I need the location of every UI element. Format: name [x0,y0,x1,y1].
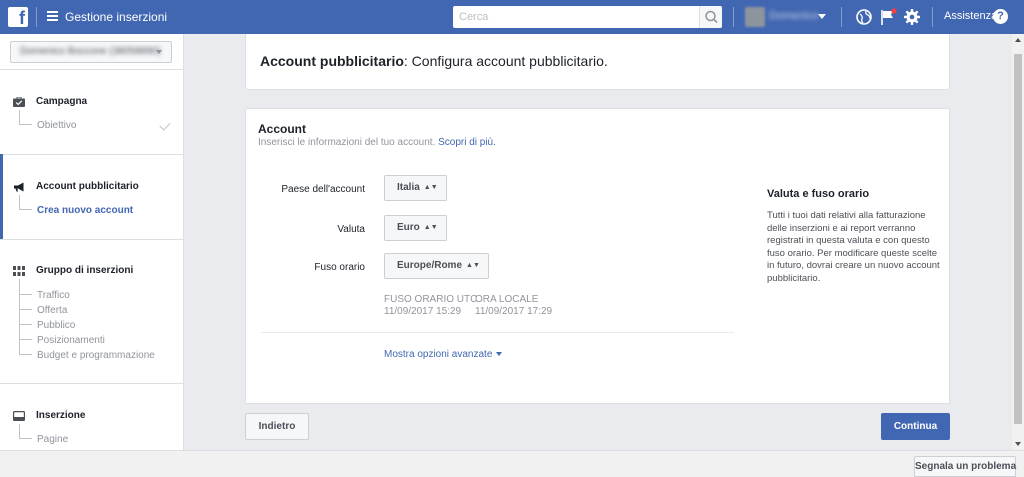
app-title[interactable]: Gestione inserzioni [65,10,167,24]
timezone-select[interactable]: Europe/Rome ▲▼ [384,253,489,279]
search-box [453,6,722,28]
continue-button[interactable]: Continua [881,413,950,440]
account-selector[interactable]: Domenico Boccone (38058890) [10,41,172,63]
account-card: Account Inserisci le informazioni del tu… [245,108,950,404]
bottom-strip [0,450,1024,477]
currency-select-value: Euro [397,222,420,233]
help-icon[interactable]: ? [993,9,1008,24]
sort-arrows-icon: ▲▼ [423,224,438,231]
scroll-up-icon[interactable] [1015,38,1021,42]
timezone-select-value: Europe/Rome [397,260,463,271]
report-problem-button[interactable]: Segnala un problema [914,456,1016,477]
section-title: Account [258,122,306,136]
sort-arrows-icon: ▲▼ [466,262,480,269]
tree-line [19,279,20,354]
tree-line [19,324,32,325]
sidebar-section-label: Campagna [36,96,88,107]
globe-icon[interactable] [855,8,873,26]
topbar-separator [733,7,734,27]
topbar-separator [841,7,842,27]
sidebar-section-label: Inserzione [36,410,86,421]
sidebar-section-label: Gruppo di inserzioni [36,265,134,276]
sidebar-item-posizionamenti[interactable]: Posizionamenti [37,335,105,346]
chevron-down-icon [156,50,162,54]
topbar-separator [932,7,933,27]
tree-line [19,124,32,125]
tree-line [19,354,32,355]
tree-line [19,209,32,210]
account-selector-label: Domenico Boccone (38058890) [20,46,161,57]
advanced-options-link[interactable]: Mostra opzioni avanzate [384,349,503,360]
country-label: Paese dell'account [281,184,365,195]
back-button[interactable]: Indietro [245,413,309,440]
sidebar-divider [0,239,183,240]
utc-time-value: 11/09/2017 15:29 [384,306,462,317]
info-title: Valuta e fuso orario [767,188,870,200]
page-title-rest: : Configura account pubblicitario. [403,53,608,69]
sidebar-item-offerta[interactable]: Offerta [37,305,67,316]
section-divider [261,332,734,333]
sidebar: Domenico Boccone (38058890) Campagna Obi… [0,34,184,450]
country-select[interactable]: Italia ▲▼ [384,175,447,201]
info-text: Tutti i tuoi dati relativi alla fatturaz… [767,210,940,284]
page-title-bold: Account pubblicitario [260,53,404,69]
search-button[interactable] [699,6,722,28]
tree-line [19,438,32,439]
local-time-value: 11/09/2017 17:29 [475,306,553,317]
scrollbar-thumb[interactable] [1014,54,1022,424]
sidebar-item-crea-nuovo-account[interactable]: Crea nuovo account [37,205,133,216]
currency-select[interactable]: Euro ▲▼ [384,215,447,241]
gear-icon[interactable] [903,8,921,26]
header-card: Account pubblicitario: Configura account… [245,34,950,90]
search-input[interactable] [453,6,699,28]
sidebar-item-pubblico[interactable]: Pubblico [37,320,75,331]
monitor-icon [13,411,25,421]
facebook-logo-icon[interactable]: f [8,7,28,27]
grid-icon [13,266,25,276]
currency-label: Valuta [337,224,365,235]
chevron-down-icon [496,352,503,356]
briefcase-icon [13,97,25,107]
sidebar-item-pagine[interactable]: Pagine [37,434,68,445]
country-select-value: Italia [397,182,420,193]
learn-more-link[interactable]: Scopri di più. [438,137,496,148]
section-description-text: Inserisci le informazioni del tuo accoun… [258,137,436,148]
sidebar-item-obiettivo[interactable]: Obiettivo [37,120,76,131]
flag-icon[interactable] [879,8,897,26]
local-time-label: Ora locale [475,294,539,305]
megaphone-icon [14,182,24,192]
help-link[interactable]: Assistenza [944,10,997,22]
checkmark-icon [159,119,171,131]
sort-arrows-icon: ▲▼ [423,184,438,191]
top-navigation-bar: f Gestione inserzioni Domenico [0,0,1024,34]
active-indicator [0,154,3,239]
tree-line [19,424,20,438]
sidebar-divider [0,383,183,384]
section-description: Inserisci le informazioni del tuo accoun… [258,137,496,148]
search-icon [705,10,718,24]
sidebar-divider [0,69,183,70]
footer-actions: Indietro Continua [245,404,950,448]
page-title: Account pubblicitario: Configura account… [260,53,608,69]
user-name: Domenico [769,10,819,22]
tree-line [19,195,20,209]
menu-icon[interactable] [47,11,58,21]
tree-line [19,110,20,124]
sidebar-section-label: Account pubblicitario [36,181,139,192]
utc-time-label: Fuso orario UTC [384,294,478,305]
scroll-down-icon[interactable] [1015,442,1021,446]
advanced-options-label: Mostra opzioni avanzate [384,349,493,360]
tree-line [19,309,32,310]
tree-line [19,339,32,340]
topbar-separator [36,7,37,27]
sidebar-item-budget[interactable]: Budget e programmazione [37,350,155,361]
timezone-label: Fuso orario [314,262,365,273]
chevron-down-icon [818,14,826,19]
sidebar-divider [0,154,183,155]
sidebar-item-traffico[interactable]: Traffico [37,290,70,301]
avatar [745,7,765,27]
tree-line [19,294,32,295]
scrollbar[interactable] [1012,34,1024,450]
